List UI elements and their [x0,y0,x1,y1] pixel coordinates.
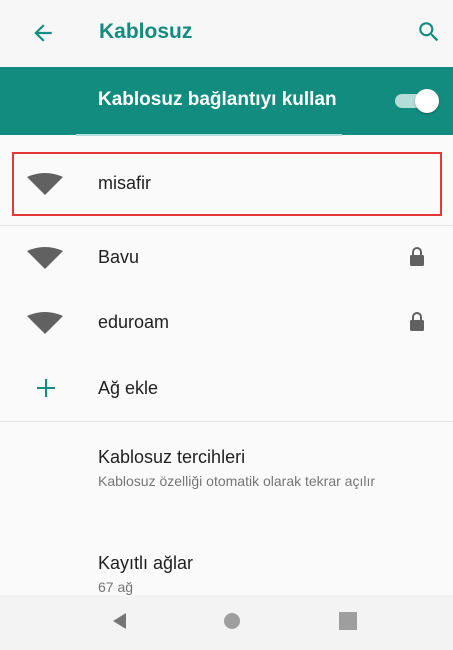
network-item-eduroam[interactable]: eduroam [0,290,453,356]
triangle-back-icon[interactable] [108,609,132,633]
add-network-item[interactable]: Ağ ekle [0,356,453,422]
wifi-preferences-item[interactable]: Kablosuz tercihleri Kablosuz özelliği ot… [98,447,418,490]
add-network-label: Ağ ekle [98,378,159,398]
lock-icon [410,312,424,331]
network-name: Bavu [98,247,140,267]
switch-underline [76,134,342,136]
saved-networks-item[interactable]: Kayıtlı ağlar 67 ağ [98,553,418,596]
square-recents-icon[interactable] [336,609,360,633]
wifi-master-switch-bar[interactable]: Kablosuz bağlantıyı kullan [0,67,453,135]
lock-icon [410,247,424,266]
wifi-icon [27,247,63,269]
selection-highlight [12,152,442,216]
circle-home-icon[interactable] [220,609,244,633]
wifi-switch-label: Kablosuz bağlantıyı kullan [98,89,337,110]
divider [0,421,453,422]
network-item-bavu[interactable]: Bavu [0,225,453,291]
app-bar: Kablosuz [0,0,453,67]
wifi-toggle[interactable] [393,89,439,113]
wifi-preferences-subtitle: Kablosuz özelliği otomatik olarak tekrar… [98,473,376,489]
wifi-preferences-title: Kablosuz tercihleri [98,447,246,467]
wifi-icon [27,312,63,334]
toggle-thumb [415,89,439,113]
saved-networks-title: Kayıtlı ağlar [98,553,194,573]
system-nav-bar [0,595,453,650]
search-icon[interactable] [416,19,442,45]
arrow-left-icon[interactable] [30,20,56,46]
plus-icon [37,379,55,397]
network-name: eduroam [98,312,170,332]
page-title: Kablosuz [99,20,193,43]
saved-networks-subtitle: 67 ağ [98,579,134,595]
